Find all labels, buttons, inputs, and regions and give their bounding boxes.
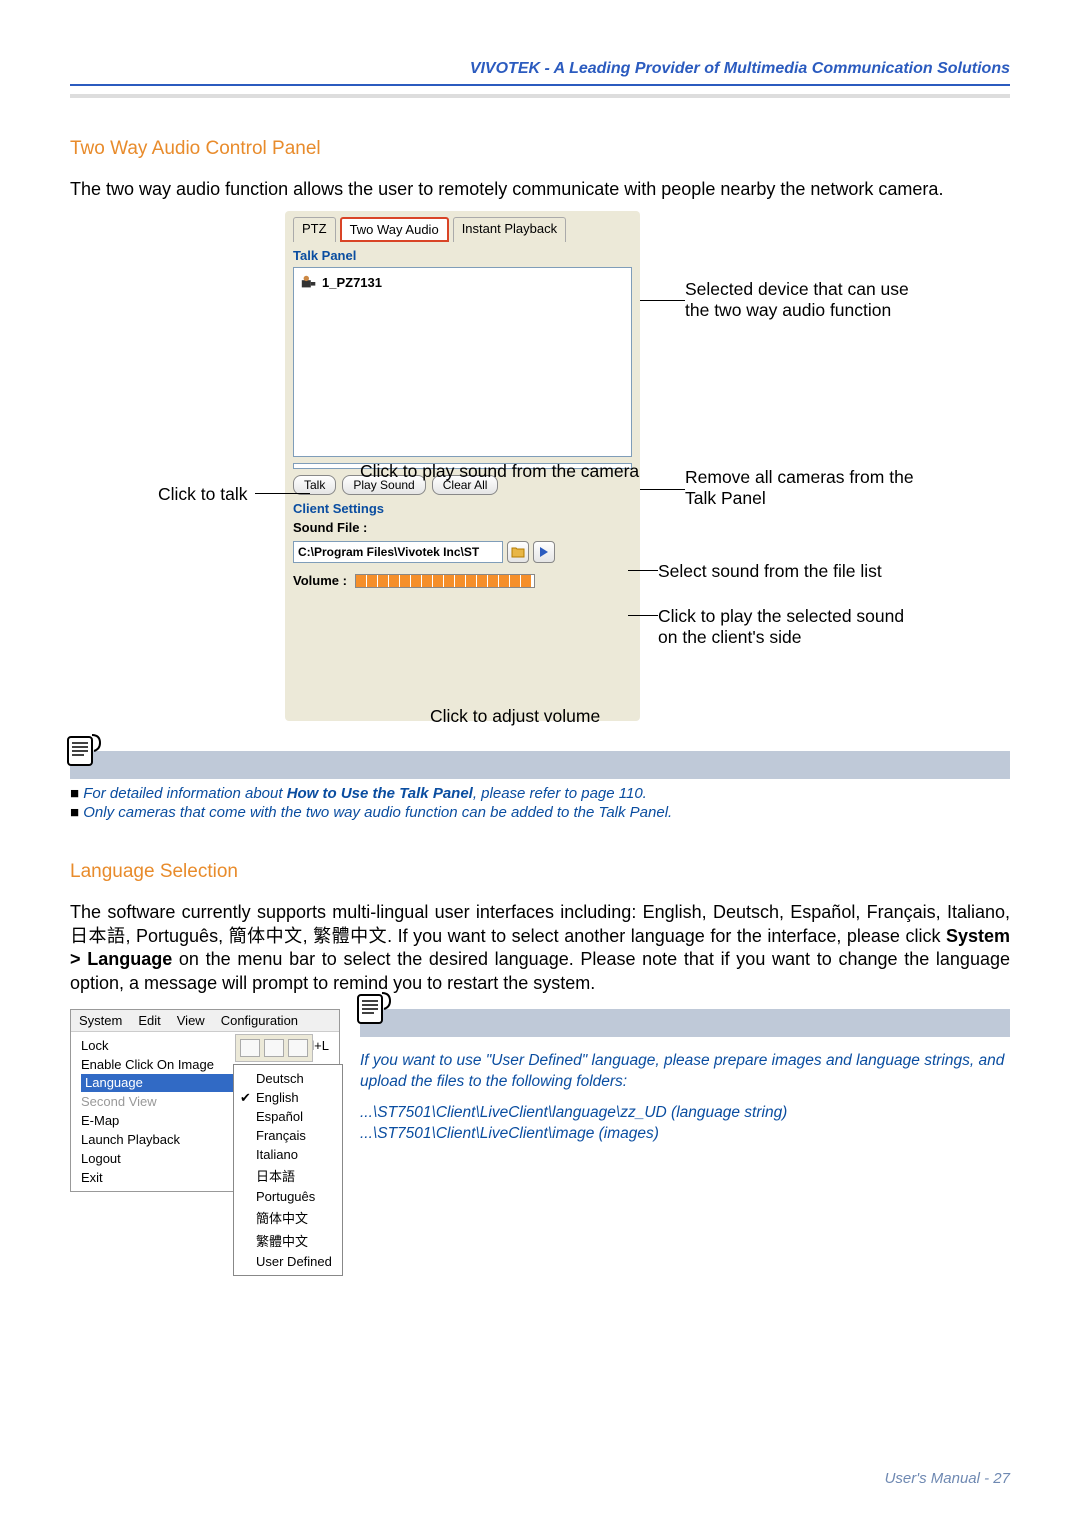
client-settings-label: Client Settings: [293, 501, 632, 516]
camera-icon: [300, 274, 318, 290]
lang-note-1: If you want to use "User Defined" langua…: [360, 1051, 1010, 1093]
page-footer: User's Manual - 27: [885, 1470, 1010, 1487]
device-name: 1_PZ7131: [322, 275, 382, 290]
talk-button[interactable]: Talk: [293, 475, 336, 495]
header-rule-blue: [70, 84, 1010, 86]
callout-play-sound: Click to play sound from the camera: [360, 461, 639, 482]
note-bar-2: [360, 1009, 1010, 1037]
lang-option[interactable]: Italiano: [234, 1145, 342, 1164]
toolbar-icon[interactable]: [264, 1039, 284, 1057]
callout-remove: Remove all cameras from the Talk Panel: [685, 467, 925, 509]
callout-select-sound: Select sound from the file list: [658, 561, 918, 582]
header-rule-light: [70, 94, 1010, 98]
tab-ptz[interactable]: PTZ: [293, 217, 336, 242]
folder-icon: [511, 546, 525, 558]
lang-option[interactable]: 日本語: [234, 1164, 342, 1187]
volume-slider[interactable]: [355, 574, 535, 588]
talk-panel-label: Talk Panel: [293, 248, 632, 263]
sound-file-path[interactable]: C:\Program Files\Vivotek Inc\ST: [293, 541, 503, 563]
talk-device-list: 1_PZ7131: [293, 267, 632, 457]
callout-selected-device: Selected device that can use the two way…: [685, 279, 925, 321]
tab-instant-playback[interactable]: Instant Playback: [453, 217, 566, 242]
lang-option[interactable]: 繁體中文: [234, 1229, 342, 1252]
lang-note-2: ...\ST7501\Client\LiveClient\language\zz…: [360, 1103, 1010, 1124]
lang-option[interactable]: Português: [234, 1187, 342, 1206]
language-submenu: Deutsch English Español Français Italian…: [233, 1064, 343, 1276]
note-line-2: Only cameras that come with the two way …: [70, 804, 1010, 821]
menu-view[interactable]: View: [169, 1010, 213, 1031]
lang-note-3: ...\ST7501\Client\LiveClient\image (imag…: [360, 1124, 1010, 1145]
volume-label: Volume :: [293, 573, 347, 588]
play-file-button[interactable]: [533, 541, 555, 563]
section-title-audio: Two Way Audio Control Panel: [70, 138, 1010, 160]
audio-panel-figure: PTZ Two Way Audio Instant Playback Talk …: [70, 211, 1010, 741]
menu-configuration[interactable]: Configuration: [213, 1010, 306, 1031]
note-icon: [352, 985, 396, 1029]
menu-system[interactable]: System: [71, 1010, 130, 1031]
lang-option[interactable]: Español: [234, 1107, 342, 1126]
lang-option-english[interactable]: English: [234, 1088, 342, 1107]
callout-talk: Click to talk: [158, 484, 247, 505]
callout-adjust-volume: Click to adjust volume: [430, 706, 600, 727]
sound-file-label: Sound File :: [293, 520, 632, 535]
section-title-language: Language Selection: [70, 861, 1010, 883]
lang-option[interactable]: Deutsch: [234, 1069, 342, 1088]
note-line-1: For detailed information about How to Us…: [70, 785, 1010, 802]
device-row[interactable]: 1_PZ7131: [300, 274, 625, 290]
doc-header: VIVOTEK - A Leading Provider of Multimed…: [70, 60, 1010, 84]
toolbar: [235, 1034, 313, 1062]
lang-option[interactable]: Français: [234, 1126, 342, 1145]
intro-text: The two way audio function allows the us…: [70, 178, 1010, 201]
callout-play-selected: Click to play the selected sound on the …: [658, 606, 918, 648]
language-body: The software currently supports multi-li…: [70, 901, 1010, 995]
toolbar-icon[interactable]: [288, 1039, 308, 1057]
menu-screenshot: System Edit View Configuration LockCtrl+…: [70, 1009, 340, 1192]
toolbar-icon[interactable]: [240, 1039, 260, 1057]
note-bar: [70, 751, 1010, 779]
play-icon: [539, 547, 549, 557]
lang-option[interactable]: User Defined: [234, 1252, 342, 1271]
lang-option[interactable]: 簡体中文: [234, 1206, 342, 1229]
browse-button[interactable]: [507, 541, 529, 563]
tab-two-way-audio[interactable]: Two Way Audio: [340, 217, 449, 242]
menu-edit[interactable]: Edit: [130, 1010, 168, 1031]
note-icon: [62, 727, 106, 771]
